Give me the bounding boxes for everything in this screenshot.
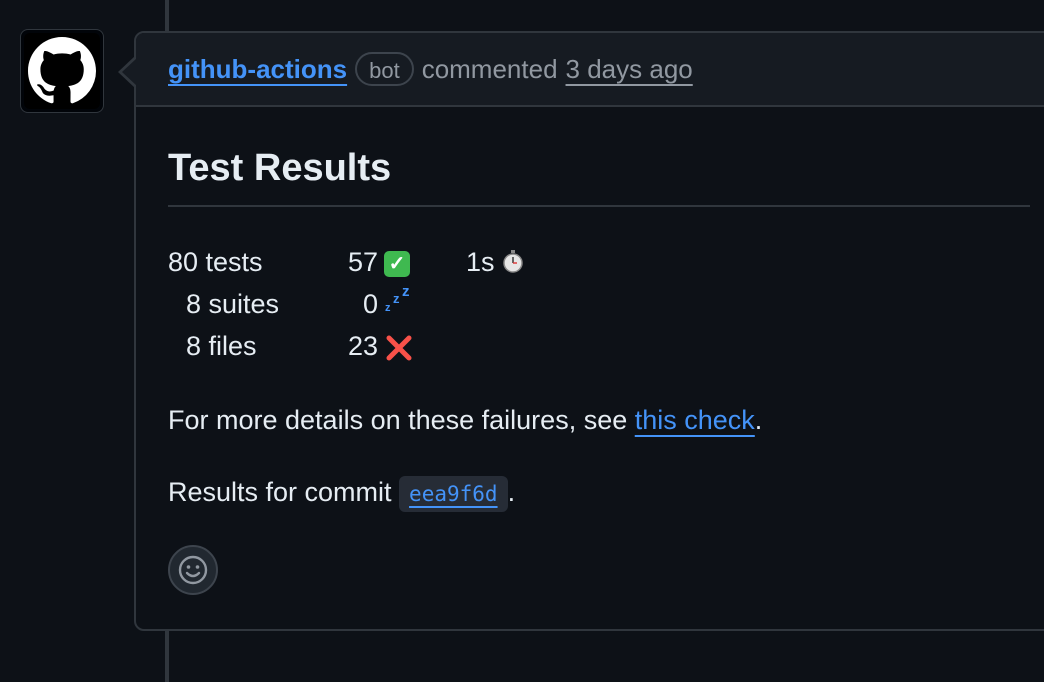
github-octocat-icon <box>28 37 96 104</box>
comment-header: github-actions bot commented 3 days ago <box>136 33 1044 107</box>
tests-count: 80 tests <box>168 247 263 277</box>
comment-arrow-fill <box>122 58 137 86</box>
comment-body: Test Results 80 tests 57 ✓ 1s 8 suites 0 <box>136 145 1044 513</box>
check-link[interactable]: this check <box>635 405 755 435</box>
comment-timestamp[interactable]: 3 days ago <box>566 54 693 85</box>
details-paragraph: For more details on these failures, see … <box>168 399 1030 441</box>
results-title: Test Results <box>168 145 1030 207</box>
commit-text: Results for commit <box>168 477 400 507</box>
stats-table: 80 tests 57 ✓ 1s 8 suites 0 z z z 8 file… <box>168 241 1030 367</box>
failed-count: 23 <box>347 331 378 361</box>
sleep-icon: z z z <box>384 283 414 325</box>
stat-row: 8 suites 0 z z z <box>168 283 1030 325</box>
comment-box: github-actions bot commented 3 days ago … <box>134 31 1044 631</box>
stat-row: 80 tests 57 ✓ 1s <box>168 241 1030 283</box>
skipped-count: 0 <box>362 289 378 319</box>
smiley-icon <box>178 555 208 585</box>
svg-text:z: z <box>385 302 391 313</box>
commit-suffix: . <box>507 477 516 507</box>
svg-text:z: z <box>402 283 410 300</box>
check-mark-icon: ✓ <box>384 241 410 283</box>
details-text: For more details on these failures, see <box>168 405 635 435</box>
svg-text:z: z <box>393 291 400 306</box>
cross-mark-icon <box>384 325 414 367</box>
suites-count: 8 suites <box>186 289 280 319</box>
commit-paragraph: Results for commit eea9f6d. <box>168 471 1030 513</box>
passed-count: 57 <box>347 247 378 277</box>
duration-value: 1s <box>466 247 495 277</box>
comment-action: commented <box>421 53 558 84</box>
avatar[interactable] <box>20 29 104 113</box>
commit-sha-link[interactable]: eea9f6d <box>409 482 498 506</box>
stat-row: 8 files 23 <box>168 325 1030 367</box>
details-suffix: . <box>754 405 763 435</box>
author-link[interactable]: github-actions <box>168 54 347 85</box>
stopwatch-icon <box>503 250 523 273</box>
files-count: 8 files <box>186 331 257 361</box>
commit-sha-code: eea9f6d <box>399 475 508 512</box>
add-reaction-button[interactable] <box>168 545 218 595</box>
bot-badge: bot <box>355 52 414 86</box>
